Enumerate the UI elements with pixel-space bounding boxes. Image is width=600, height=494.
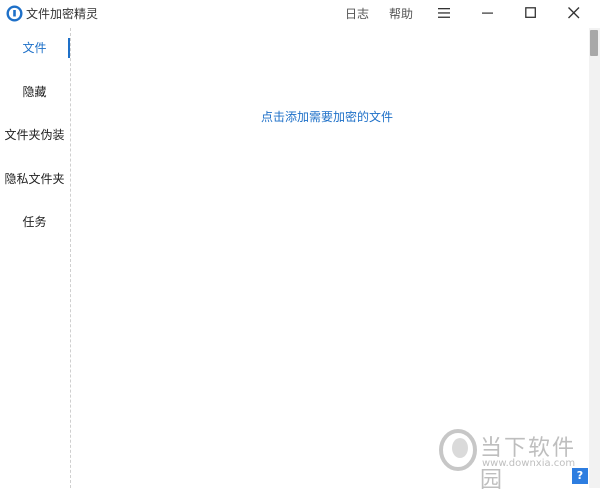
menu-button[interactable] (426, 0, 462, 26)
log-button[interactable]: 日志 (345, 6, 369, 22)
sidebar-nav: 文件 隐藏 文件夹伪装 隐私文件夹 任务 (0, 28, 71, 488)
close-button[interactable] (556, 0, 592, 26)
sidebar-item-tasks[interactable]: 任务 (0, 214, 69, 230)
maximize-button[interactable] (513, 0, 549, 26)
sidebar-item-private-folder[interactable]: 隐私文件夹 (0, 171, 69, 187)
help-button[interactable]: 帮助 (389, 6, 413, 22)
main-panel: 点击添加需要加密的文件 (71, 28, 588, 488)
sidebar-item-files[interactable]: 文件 (0, 40, 69, 56)
minimize-button[interactable] (470, 0, 506, 26)
help-badge-button[interactable]: ? (572, 468, 588, 484)
watermark: 当下软件园 www.downxia.com (438, 428, 588, 493)
minimize-icon (482, 12, 493, 14)
watermark-logo-icon (439, 429, 477, 471)
watermark-url: www.downxia.com (482, 458, 576, 469)
app-lock-icon (6, 5, 23, 22)
close-icon (568, 7, 580, 19)
sidebar-item-folder-disguise[interactable]: 文件夹伪装 (0, 127, 69, 143)
title-bar: 文件加密精灵 日志 帮助 (0, 0, 600, 28)
scrollbar-thumb[interactable] (590, 30, 598, 56)
add-files-link[interactable]: 点击添加需要加密的文件 (71, 108, 583, 125)
sidebar-item-hide[interactable]: 隐藏 (0, 84, 69, 100)
scrollbar-track[interactable] (589, 28, 600, 488)
maximize-icon (525, 7, 536, 18)
app-title: 文件加密精灵 (26, 7, 99, 21)
menu-icon (438, 8, 450, 18)
